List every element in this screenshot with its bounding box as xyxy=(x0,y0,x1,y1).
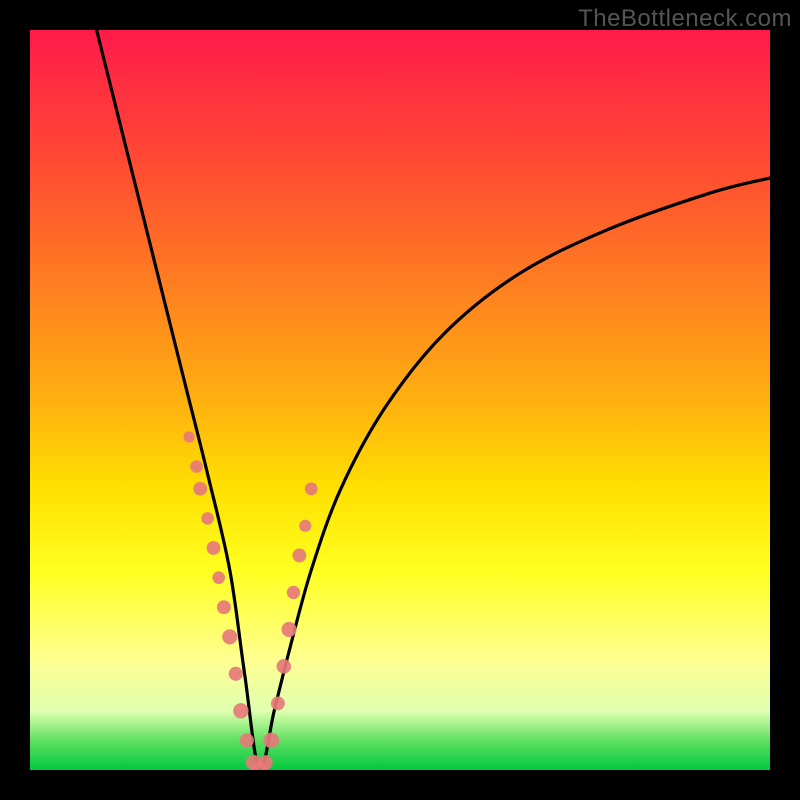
sample-point xyxy=(299,520,311,532)
sample-point xyxy=(201,512,214,525)
sample-point xyxy=(190,460,203,473)
bottleneck-curve xyxy=(97,30,770,770)
sample-point xyxy=(207,541,221,555)
sample-point xyxy=(305,482,318,495)
curve-layer xyxy=(30,30,770,770)
sample-point xyxy=(281,622,296,637)
sample-point xyxy=(240,733,254,747)
sample-point xyxy=(287,586,300,599)
sample-point xyxy=(229,667,243,681)
sample-point xyxy=(263,733,279,749)
sample-point xyxy=(222,629,237,644)
sample-point xyxy=(183,431,194,442)
watermark-text: TheBottleneck.com xyxy=(578,5,792,33)
sample-point xyxy=(271,696,285,710)
sample-point xyxy=(193,482,207,496)
sample-point xyxy=(277,659,291,673)
sample-point xyxy=(217,600,231,614)
sample-point xyxy=(258,755,273,770)
sample-point xyxy=(233,703,248,718)
plot-area xyxy=(30,30,770,770)
chart-frame: TheBottleneck.com xyxy=(0,0,800,800)
sample-point xyxy=(212,571,225,584)
bottleneck-curve-path xyxy=(97,30,770,770)
sample-point xyxy=(292,548,306,562)
